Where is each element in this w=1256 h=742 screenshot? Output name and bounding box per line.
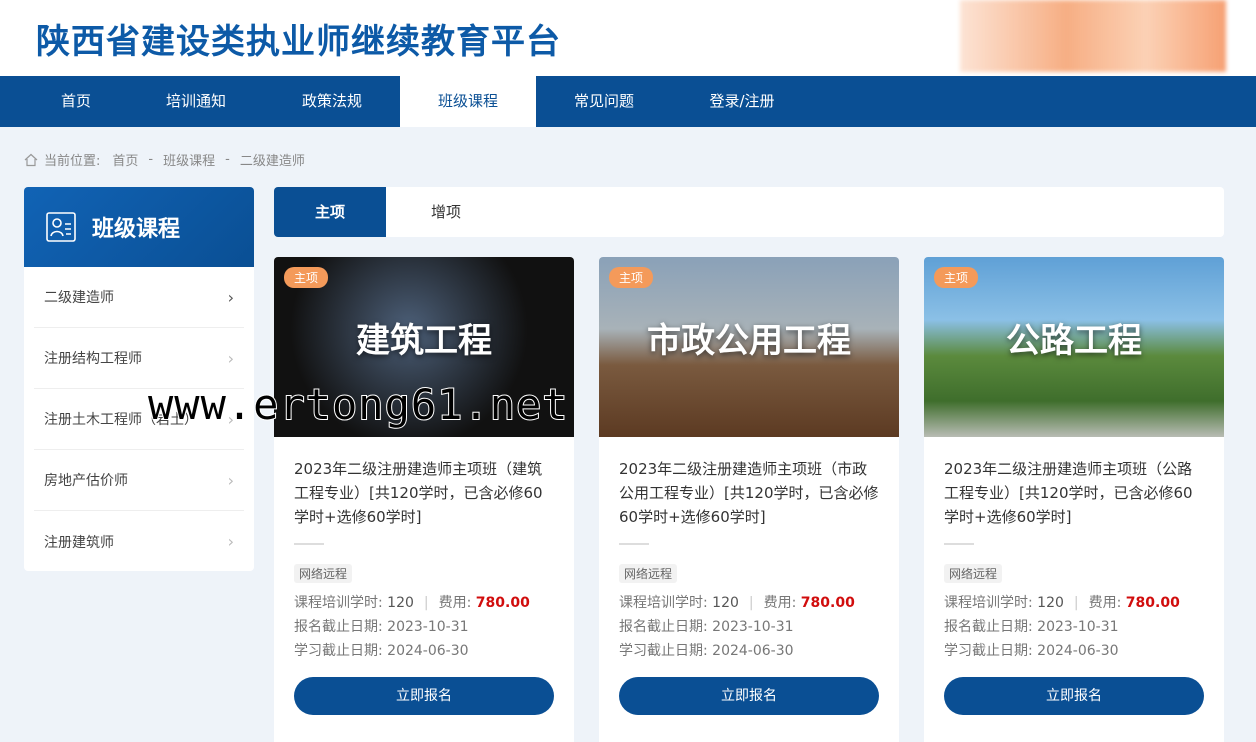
- breadcrumb: 当前位置: 首页 - 班级课程 - 二级建造师: [24, 150, 305, 169]
- fee-value: 780.00: [475, 595, 530, 611]
- fee-label: 费用:: [763, 595, 797, 611]
- enroll-button[interactable]: 立即报名: [944, 677, 1204, 715]
- sidebar-item-label: 房地产估价师: [44, 473, 128, 489]
- home-icon: [24, 153, 38, 166]
- divider: [619, 543, 649, 545]
- breadcrumb-item-home[interactable]: 首页: [112, 150, 138, 169]
- breadcrumb-separator: -: [225, 152, 230, 167]
- course-icon: [46, 212, 76, 242]
- tab-bar: 主项 增项: [274, 187, 1224, 237]
- divider: [294, 543, 324, 545]
- course-image[interactable]: 主项 市政公用工程: [599, 257, 899, 437]
- course-card: 主项 市政公用工程 2023年二级注册建造师主项班（市政公用工程专业）[共120…: [599, 257, 899, 742]
- site-title: 陕西省建设类执业师继续教育平台: [36, 22, 561, 62]
- sidebar-item-real-estate-appraiser[interactable]: 房地产估价师 ›: [34, 450, 244, 511]
- hours-label: 课程培训学时:: [619, 595, 708, 611]
- nav-item-courses[interactable]: 班级课程: [400, 76, 536, 127]
- breadcrumb-separator: -: [148, 152, 154, 167]
- fee-label: 费用:: [1088, 595, 1122, 611]
- sidebar-item-architect[interactable]: 注册建筑师 ›: [34, 511, 244, 571]
- course-image-title: 公路工程: [1006, 320, 1142, 361]
- course-card: 主项 公路工程 2023年二级注册建造师主项班（公路工程专业）[共120学时，已…: [924, 257, 1224, 742]
- course-name[interactable]: 2023年二级注册建造师主项班（建筑工程专业）[共120学时，已含必修60学时+…: [294, 457, 554, 529]
- course-image-title: 市政公用工程: [647, 320, 851, 361]
- fee-value: 780.00: [1125, 595, 1180, 611]
- site-header: 陕西省建设类执业师继续教育平台: [0, 0, 1256, 76]
- nav-item-home[interactable]: 首页: [8, 76, 144, 127]
- reg-deadline-value: 2023-10-31: [712, 619, 794, 635]
- course-mode-badge: 网络远程: [619, 564, 678, 583]
- tab-additional[interactable]: 增项: [390, 187, 502, 237]
- main-nav: 首页 培训通知 政策法规 班级课程 常见问题 登录/注册: [0, 76, 1256, 127]
- nav-item-policy[interactable]: 政策法规: [264, 76, 400, 127]
- tab-main[interactable]: 主项: [274, 187, 386, 237]
- course-tag: 主项: [284, 267, 329, 288]
- chevron-right-icon: ›: [227, 287, 234, 307]
- reg-deadline-label: 报名截止日期:: [294, 619, 383, 635]
- breadcrumb-item-courses[interactable]: 班级课程: [163, 150, 215, 169]
- study-deadline-value: 2024-06-30: [1037, 643, 1119, 659]
- breadcrumb-item-current: 二级建造师: [239, 154, 305, 169]
- course-info: 课程培训学时: 120 | 费用: 780.00 报名截止日期: 2023-10-3…: [294, 595, 530, 659]
- sidebar-title: 班级课程: [92, 217, 181, 242]
- reg-deadline-value: 2023-10-31: [387, 619, 469, 635]
- reg-deadline-label: 报名截止日期:: [619, 619, 708, 635]
- study-deadline-label: 学习截止日期:: [944, 643, 1033, 659]
- course-card: 主项 建筑工程 2023年二级注册建造师主项班（建筑工程专业）[共120学时，已…: [274, 257, 574, 742]
- hours-label: 课程培训学时:: [944, 595, 1033, 611]
- course-image-title: 建筑工程: [356, 320, 492, 361]
- blurred-banner-image: [960, 0, 1226, 72]
- fee-label: 费用:: [438, 595, 472, 611]
- sidebar: 班级课程 二级建造师 › 注册结构工程师 › 注册土木工程师（岩土） › 房地产…: [24, 187, 254, 571]
- study-deadline-label: 学习截止日期:: [619, 643, 708, 659]
- reg-deadline-label: 报名截止日期:: [944, 619, 1033, 635]
- chevron-right-icon: ›: [227, 532, 234, 551]
- study-deadline-label: 学习截止日期:: [294, 643, 383, 659]
- course-info: 课程培训学时: 120 | 费用: 780.00 报名截止日期: 2023-10-3…: [944, 595, 1180, 659]
- nav-item-training-notice[interactable]: 培训通知: [128, 76, 264, 127]
- course-image[interactable]: 主项 公路工程: [924, 257, 1224, 437]
- course-name[interactable]: 2023年二级注册建造师主项班（公路工程专业）[共120学时，已含必修60学时+…: [944, 457, 1204, 529]
- study-deadline-value: 2024-06-30: [387, 643, 469, 659]
- chevron-right-icon: ›: [227, 470, 234, 490]
- study-deadline-value: 2024-06-30: [712, 643, 794, 659]
- divider: [944, 543, 974, 545]
- hours-value: 120: [712, 595, 739, 611]
- nav-item-login[interactable]: 登录/注册: [674, 76, 810, 127]
- sidebar-item-label: 注册结构工程师: [44, 351, 142, 367]
- sidebar-item-second-class-constructor[interactable]: 二级建造师 ›: [34, 267, 244, 328]
- watermark-text: www.ertong61.net: [147, 379, 569, 430]
- hours-value: 120: [387, 595, 414, 611]
- sidebar-header: 班级课程: [24, 187, 254, 267]
- chevron-right-icon: ›: [227, 348, 234, 368]
- enroll-button[interactable]: 立即报名: [294, 677, 554, 715]
- breadcrumb-prefix: 当前位置:: [44, 154, 101, 169]
- reg-deadline-value: 2023-10-31: [1037, 619, 1119, 635]
- enroll-button[interactable]: 立即报名: [619, 677, 879, 715]
- course-info: 课程培训学时: 120 | 费用: 780.00 报名截止日期: 2023-10-3…: [619, 595, 855, 659]
- hours-value: 120: [1037, 595, 1064, 611]
- course-mode-badge: 网络远程: [944, 564, 1003, 583]
- course-mode-badge: 网络远程: [294, 564, 353, 583]
- nav-item-faq[interactable]: 常见问题: [536, 76, 672, 127]
- sidebar-item-label: 二级建造师: [44, 290, 114, 306]
- hours-label: 课程培训学时:: [294, 595, 383, 611]
- course-tag: 主项: [609, 267, 654, 288]
- sidebar-item-label: 注册建筑师: [44, 534, 114, 551]
- course-name[interactable]: 2023年二级注册建造师主项班（市政公用工程专业）[共120学时，已含必修60学…: [619, 457, 879, 529]
- course-tag: 主项: [934, 267, 979, 288]
- fee-value: 780.00: [800, 595, 855, 611]
